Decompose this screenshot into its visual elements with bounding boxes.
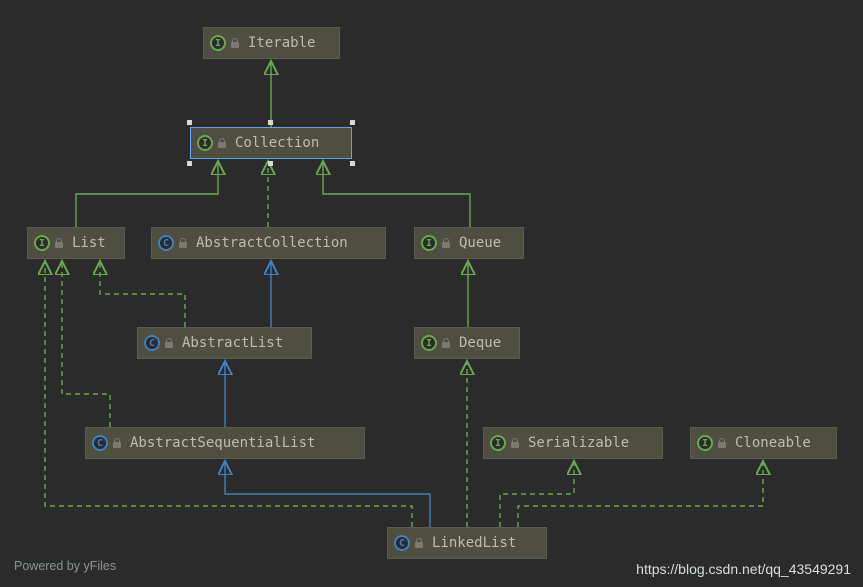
node-label: Deque: [459, 335, 501, 351]
node-label: Serializable: [528, 435, 629, 451]
lock-icon: [441, 338, 451, 348]
lock-icon: [510, 438, 520, 448]
node-label: AbstractCollection: [196, 235, 348, 251]
lock-icon: [112, 438, 122, 448]
lock-icon: [414, 538, 424, 548]
node-list[interactable]: I List: [27, 227, 125, 259]
node-label: List: [72, 235, 106, 251]
node-iterable[interactable]: I Iterable: [203, 27, 340, 59]
lock-icon: [164, 338, 174, 348]
node-label: AbstractSequentialList: [130, 435, 315, 451]
class-hierarchy-diagram: I Iterable I Collection I List C Abstrac…: [0, 0, 863, 587]
node-abstractcollection[interactable]: C AbstractCollection: [151, 227, 386, 259]
interface-icon: I: [421, 235, 437, 251]
node-deque[interactable]: I Deque: [414, 327, 520, 359]
lock-icon: [178, 238, 188, 248]
lock-icon: [717, 438, 727, 448]
interface-icon: I: [697, 435, 713, 451]
class-icon: C: [158, 235, 174, 251]
node-abstractsequentiallist[interactable]: C AbstractSequentialList: [85, 427, 365, 459]
lock-icon: [441, 238, 451, 248]
node-abstractlist[interactable]: C AbstractList: [137, 327, 312, 359]
selection-handles: [190, 127, 352, 159]
node-serializable[interactable]: I Serializable: [483, 427, 663, 459]
diagram-edges: [0, 0, 863, 587]
class-icon: C: [144, 335, 160, 351]
node-label: LinkedList: [432, 535, 516, 551]
interface-icon: I: [210, 35, 226, 51]
node-linkedlist[interactable]: C LinkedList: [387, 527, 547, 559]
source-url: https://blog.csdn.net/qq_43549291: [636, 561, 851, 577]
node-cloneable[interactable]: I Cloneable: [690, 427, 837, 459]
lock-icon: [230, 38, 240, 48]
node-label: Queue: [459, 235, 501, 251]
node-label: AbstractList: [182, 335, 283, 351]
interface-icon: I: [421, 335, 437, 351]
node-label: Cloneable: [735, 435, 811, 451]
lock-icon: [54, 238, 64, 248]
watermark-text: Powered by yFiles: [14, 559, 116, 573]
class-icon: C: [394, 535, 410, 551]
class-icon: C: [92, 435, 108, 451]
node-queue[interactable]: I Queue: [414, 227, 524, 259]
interface-icon: I: [490, 435, 506, 451]
node-label: Iterable: [248, 35, 315, 51]
interface-icon: I: [34, 235, 50, 251]
